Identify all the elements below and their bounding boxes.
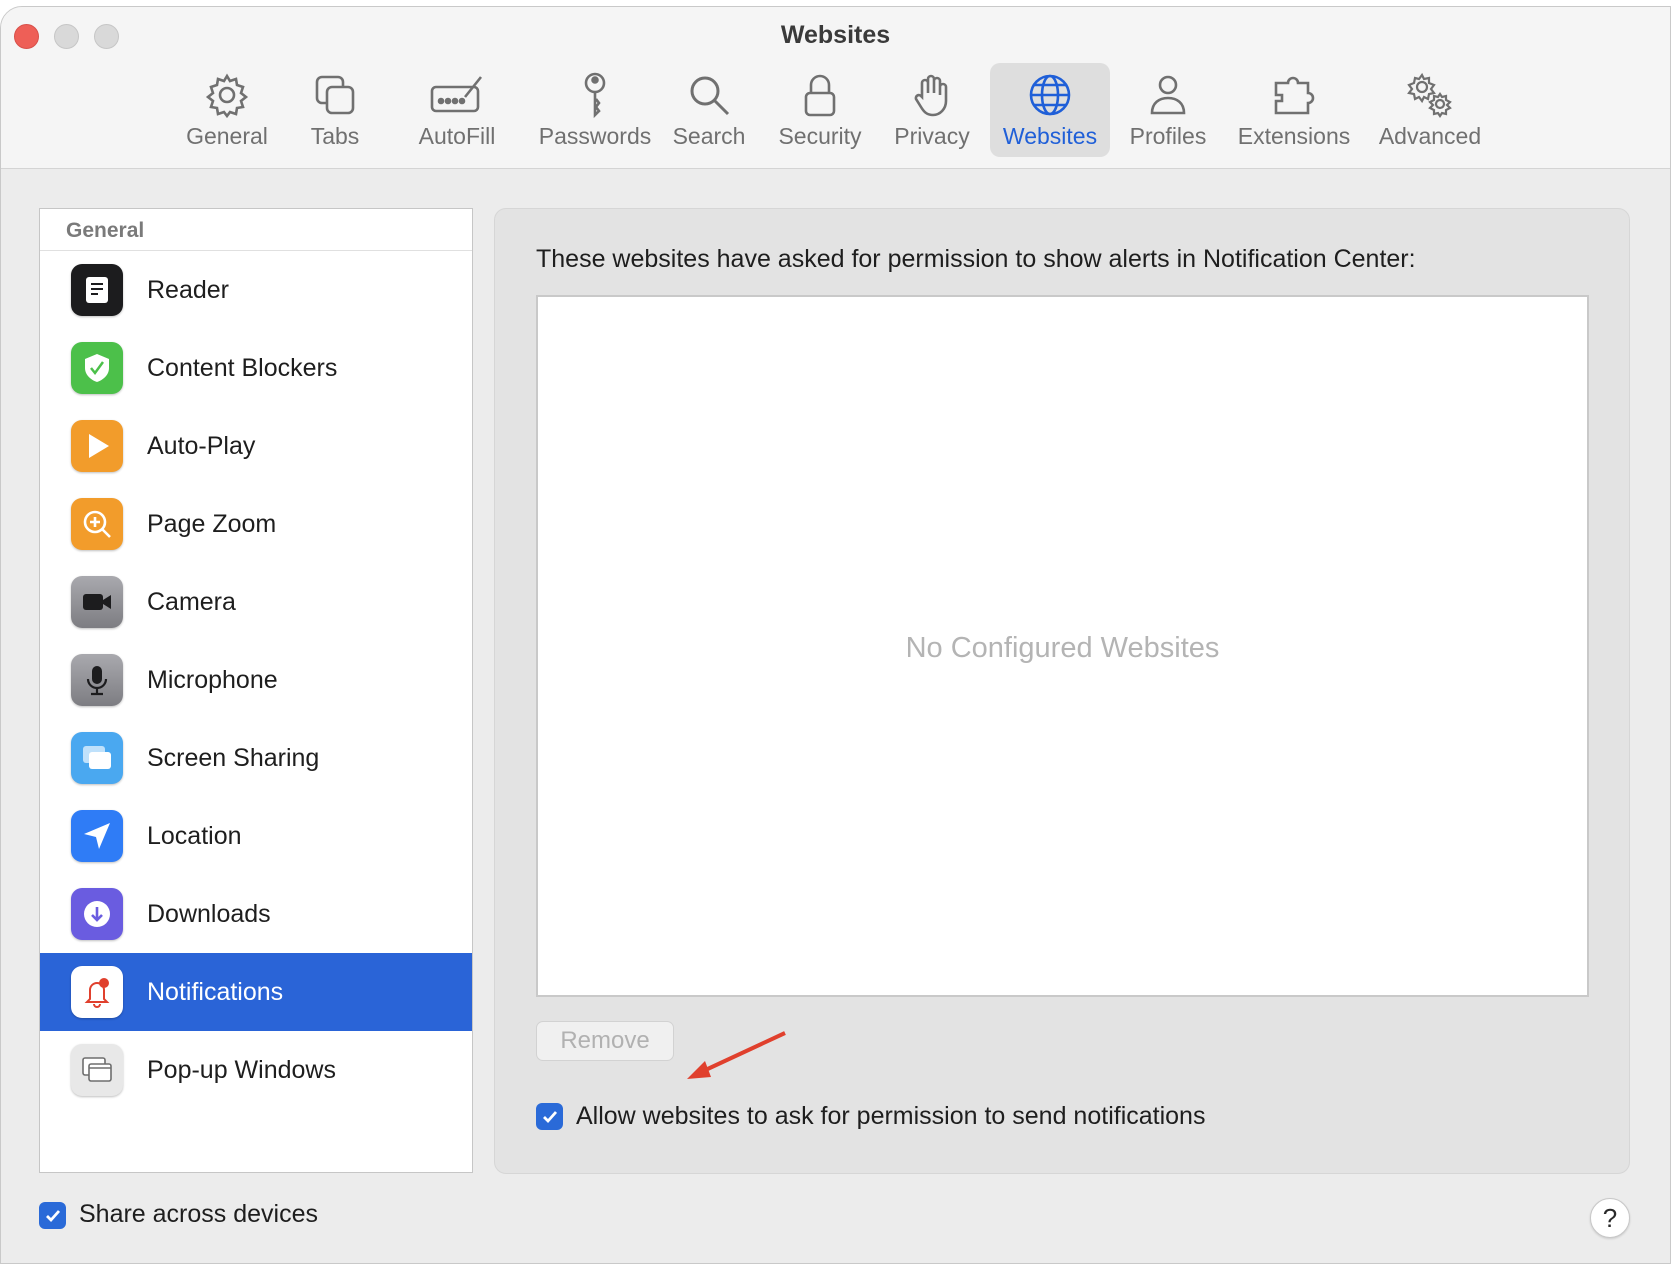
- tabs-icon: [315, 75, 355, 115]
- key-icon: [584, 72, 606, 119]
- tab-websites[interactable]: Websites: [990, 63, 1110, 157]
- location-arrow-icon: [71, 810, 123, 862]
- gears-icon: [1407, 72, 1452, 118]
- download-icon: [71, 888, 123, 940]
- tab-search[interactable]: Search: [669, 63, 749, 157]
- sidebar-item-camera[interactable]: Camera: [40, 563, 472, 641]
- gear-icon: [205, 73, 249, 119]
- checkmark-icon: [45, 1209, 60, 1222]
- tab-autofill[interactable]: AutoFill: [411, 63, 503, 157]
- sidebar: General Reader Content Blockers Auto-Pla…: [39, 208, 473, 1173]
- bell-icon: [71, 966, 123, 1018]
- hand-icon: [914, 74, 948, 117]
- sidebar-header: General: [40, 209, 472, 251]
- title-bar: Websites General Tabs AutoFill Passwords…: [1, 7, 1670, 169]
- puzzle-icon: [1274, 76, 1315, 115]
- allow-notifications-checkbox[interactable]: [536, 1103, 563, 1130]
- window-title: Websites: [780, 21, 891, 49]
- shield-check-icon: [71, 342, 123, 394]
- websites-list[interactable]: No Configured Websites: [536, 295, 1589, 997]
- play-icon: [71, 420, 123, 472]
- sidebar-item-pop-up-windows[interactable]: Pop-up Windows: [40, 1031, 472, 1109]
- lock-icon: [804, 74, 836, 117]
- sidebar-item-auto-play[interactable]: Auto-Play: [40, 407, 472, 485]
- tab-profiles[interactable]: Profiles: [1125, 63, 1211, 157]
- notifications-panel: These websites have asked for permission…: [494, 208, 1630, 1174]
- sidebar-item-screen-sharing[interactable]: Screen Sharing: [40, 719, 472, 797]
- popup-windows-icon: [71, 1044, 123, 1096]
- panel-heading: These websites have asked for permission…: [536, 245, 1416, 273]
- reader-icon: [71, 264, 123, 316]
- sidebar-item-notifications[interactable]: Notifications: [40, 953, 472, 1031]
- tab-extensions[interactable]: Extensions: [1231, 63, 1357, 157]
- person-icon: [1150, 75, 1186, 115]
- globe-icon: [1029, 74, 1071, 116]
- annotation-arrow: [687, 1031, 786, 1079]
- sidebar-item-content-blockers[interactable]: Content Blockers: [40, 329, 472, 407]
- sidebar-item-downloads[interactable]: Downloads: [40, 875, 472, 953]
- tab-tabs[interactable]: Tabs: [299, 63, 371, 157]
- tab-general[interactable]: General: [177, 63, 277, 157]
- tab-privacy[interactable]: Privacy: [889, 63, 975, 157]
- share-across-devices-label: Share across devices: [79, 1200, 319, 1228]
- screen-sharing-icon: [71, 732, 123, 784]
- tab-security[interactable]: Security: [773, 63, 867, 157]
- camera-icon: [71, 576, 123, 628]
- remove-button[interactable]: Remove: [536, 1021, 674, 1061]
- search-icon: [690, 76, 730, 116]
- share-across-devices-checkbox[interactable]: [39, 1202, 66, 1229]
- zoom-icon: [71, 498, 123, 550]
- tab-advanced[interactable]: Advanced: [1374, 63, 1486, 157]
- autofill-icon: [430, 76, 483, 113]
- microphone-icon: [71, 654, 123, 706]
- sidebar-item-page-zoom[interactable]: Page Zoom: [40, 485, 472, 563]
- allow-notifications-label: Allow websites to ask for permission to …: [576, 1102, 1206, 1130]
- sidebar-item-reader[interactable]: Reader: [40, 251, 472, 329]
- empty-list-message: No Configured Websites: [905, 632, 1220, 664]
- sidebar-item-microphone[interactable]: Microphone: [40, 641, 472, 719]
- preferences-window: Websites General Tabs AutoFill Passwords…: [0, 6, 1671, 1264]
- help-button[interactable]: ?: [1590, 1198, 1630, 1238]
- sidebar-item-location[interactable]: Location: [40, 797, 472, 875]
- checkmark-icon: [542, 1110, 557, 1123]
- tab-passwords[interactable]: Passwords: [525, 63, 665, 157]
